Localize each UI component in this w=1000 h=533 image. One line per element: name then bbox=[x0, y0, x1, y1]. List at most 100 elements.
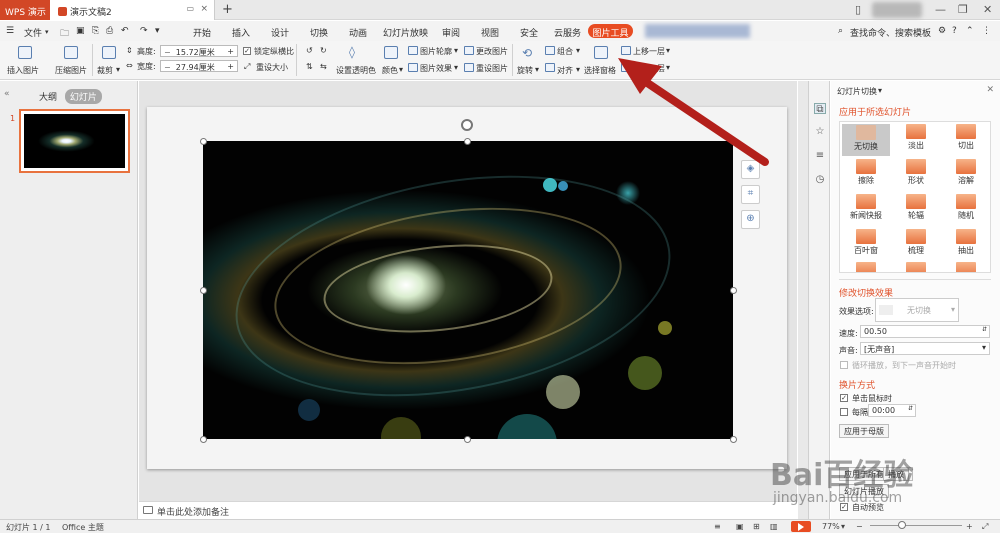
restore-icon[interactable]: ❐ bbox=[958, 3, 968, 16]
fit-window-icon[interactable]: ⤢ bbox=[982, 522, 988, 532]
menu-item-cloud[interactable]: 云服务 bbox=[554, 26, 581, 39]
crop-button[interactable]: 裁剪 bbox=[97, 65, 113, 76]
reset-size-icon[interactable]: ⤢ bbox=[244, 62, 250, 72]
minimize-icon[interactable]: — bbox=[935, 3, 946, 16]
close-tab-icon[interactable]: × bbox=[200, 4, 208, 14]
resize-handle-top-right[interactable] bbox=[730, 138, 737, 145]
send-backward-icon[interactable] bbox=[621, 63, 633, 73]
zoom-slider-thumb[interactable] bbox=[898, 521, 906, 529]
menu-item-slideshow[interactable]: 幻灯片放映 bbox=[383, 26, 428, 39]
change-picture-icon[interactable] bbox=[464, 46, 476, 56]
zoom-out-icon[interactable]: − bbox=[856, 522, 863, 531]
rotate-icon[interactable]: ⟲ bbox=[522, 46, 532, 60]
monitor-icon[interactable]: ▭ bbox=[186, 4, 194, 13]
notes-toggle-icon[interactable]: ≡ bbox=[714, 522, 721, 531]
transition-pull[interactable]: 抽出 bbox=[942, 229, 990, 256]
transition-more-2[interactable] bbox=[892, 262, 940, 272]
color-dropdown-icon[interactable]: ▾ bbox=[399, 65, 403, 74]
sorter-view-icon[interactable]: ⊞ bbox=[753, 522, 760, 531]
zoom-dropdown-icon[interactable]: ▾ bbox=[841, 522, 845, 531]
transition-dissolve[interactable]: 溶解 bbox=[942, 159, 990, 186]
galaxy-picture[interactable] bbox=[203, 141, 733, 439]
help-icon[interactable]: ? bbox=[952, 26, 957, 36]
menu-item-transition[interactable]: 切换 bbox=[310, 26, 328, 39]
compress-picture-icon[interactable] bbox=[64, 46, 78, 59]
document-tab[interactable]: 演示文稿2 ▭ × bbox=[50, 0, 215, 20]
menu-item-review[interactable]: 审阅 bbox=[442, 26, 460, 39]
menu-item-design[interactable]: 设计 bbox=[271, 26, 289, 39]
resize-handle-left[interactable] bbox=[200, 287, 207, 294]
align-button[interactable]: 对齐 bbox=[557, 65, 573, 76]
bring-forward-icon[interactable] bbox=[621, 46, 633, 56]
lock-ratio-checkbox[interactable]: ✓ bbox=[243, 47, 251, 55]
rotate-button[interactable]: 旋转 bbox=[517, 65, 533, 76]
height-increment-icon[interactable]: + bbox=[227, 47, 234, 56]
transition-blinds[interactable]: 百叶窗 bbox=[842, 229, 890, 256]
transition-wipe[interactable]: 擦除 bbox=[842, 159, 890, 186]
chevron-down-icon[interactable]: ▾ bbox=[45, 28, 49, 36]
color-button[interactable]: 颜色 bbox=[382, 65, 398, 76]
wps-app-tab[interactable]: WPS 演示 bbox=[0, 0, 50, 20]
tab-outline[interactable]: 大纲 bbox=[34, 89, 62, 104]
close-window-icon[interactable]: ✕ bbox=[983, 3, 992, 16]
picture-outline-icon[interactable] bbox=[408, 46, 420, 56]
loop-checkbox[interactable] bbox=[840, 361, 848, 369]
transition-more-3[interactable] bbox=[942, 262, 990, 272]
resize-handle-bottom[interactable] bbox=[464, 436, 471, 443]
window-layout-icon[interactable]: ▯ bbox=[855, 3, 861, 16]
normal-view-icon[interactable]: ▣ bbox=[736, 522, 744, 531]
history-icon[interactable]: ◷ bbox=[814, 174, 826, 185]
bring-forward-dropdown-icon[interactable]: ▾ bbox=[666, 46, 670, 55]
transition-newsflash[interactable]: 新闻快报 bbox=[842, 194, 890, 221]
transition-comb[interactable]: 梳理 bbox=[892, 229, 940, 256]
transition-cut[interactable]: 切出 bbox=[942, 124, 990, 151]
picture-effects-icon[interactable] bbox=[408, 63, 420, 73]
rotate-left-icon[interactable]: ↺ bbox=[306, 46, 313, 55]
new-tab-button[interactable]: + bbox=[222, 2, 233, 17]
resize-handle-top[interactable] bbox=[464, 138, 471, 145]
every-input[interactable]: 00:00 ⇵ bbox=[868, 404, 916, 417]
open-icon[interactable]: 🗀 bbox=[60, 26, 69, 42]
sound-select[interactable]: [无声音] ▾ bbox=[860, 342, 990, 355]
layers-icon[interactable]: ◈ bbox=[741, 160, 760, 179]
transition-more-1[interactable] bbox=[842, 262, 890, 272]
transparent-color-icon[interactable]: ◊ bbox=[349, 45, 355, 59]
user-avatar[interactable] bbox=[872, 2, 922, 18]
color-icon[interactable] bbox=[384, 46, 398, 59]
set-transparent-color-button[interactable]: 设置透明色 bbox=[336, 65, 376, 76]
reading-view-icon[interactable]: ▥ bbox=[770, 522, 778, 531]
animation-icon[interactable]: ☆ bbox=[814, 126, 826, 137]
start-slideshow-icon[interactable] bbox=[791, 521, 811, 532]
picture-effects-button[interactable]: 图片效果 bbox=[420, 63, 452, 74]
on-click-checkbox[interactable]: ✓ bbox=[840, 394, 848, 402]
align-dropdown-icon[interactable]: ▾ bbox=[576, 65, 580, 74]
rotate-handle[interactable] bbox=[461, 119, 473, 131]
width-input[interactable]: − 27.94厘米 + bbox=[160, 60, 238, 72]
search-commands[interactable]: 查找命令、搜索模板 bbox=[850, 26, 931, 39]
export-icon[interactable]: ⎘ bbox=[92, 26, 99, 36]
send-backward-dropdown-icon[interactable]: ▾ bbox=[666, 63, 670, 72]
group-button[interactable]: 组合 bbox=[557, 46, 573, 57]
insert-picture-icon[interactable] bbox=[18, 46, 32, 59]
apply-master-button[interactable]: 应用于母版 bbox=[839, 424, 889, 438]
redo-icon[interactable]: ↷ bbox=[140, 26, 148, 36]
file-menu-icon[interactable]: ☰ bbox=[6, 26, 14, 36]
transition-wheel[interactable]: 轮辐 bbox=[892, 194, 940, 221]
outline-dropdown-icon[interactable]: ▾ bbox=[454, 46, 458, 55]
reset-size-button[interactable]: 重设大小 bbox=[256, 62, 288, 73]
effect-options-select[interactable]: 无切换 ▾ bbox=[875, 298, 959, 322]
resize-handle-top-left[interactable] bbox=[200, 138, 207, 145]
picture-outline-button[interactable]: 图片轮廓 bbox=[420, 46, 452, 57]
menu-item-home[interactable]: 开始 bbox=[193, 26, 211, 39]
undo-icon[interactable]: ↶ bbox=[121, 26, 129, 36]
zoom-slider[interactable] bbox=[870, 525, 962, 526]
send-backward-button[interactable]: 下移一层 bbox=[633, 63, 665, 74]
minimize-ribbon-icon[interactable]: ⌃ bbox=[966, 26, 974, 36]
reset-picture-button[interactable]: 重设图片 bbox=[476, 63, 508, 74]
transition-fade[interactable]: 淡出 bbox=[892, 124, 940, 151]
flip-vertical-icon[interactable]: ⇅ bbox=[306, 62, 313, 71]
tab-slides[interactable]: 幻灯片 bbox=[64, 89, 102, 104]
search-icon[interactable]: ⌕ bbox=[838, 26, 843, 36]
settings-icon[interactable]: ⚙ bbox=[938, 26, 946, 36]
every-checkbox[interactable] bbox=[840, 408, 848, 416]
